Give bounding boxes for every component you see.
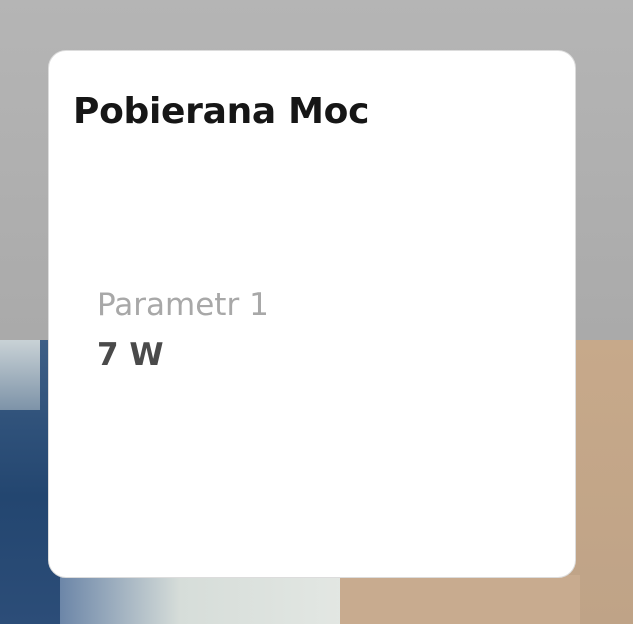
background-wood-bottom: [340, 575, 580, 624]
parameter-block: Parametr 1 7 W: [97, 287, 269, 373]
parameter-label: Parametr 1: [97, 287, 269, 323]
power-card: Pobierana Moc Parametr 1 7 W: [48, 50, 576, 578]
parameter-value: 7 W: [97, 337, 164, 373]
background-light-patch: [0, 340, 40, 410]
background-cloth-bottom: [60, 575, 360, 624]
card-title: Pobierana Moc: [73, 91, 370, 132]
